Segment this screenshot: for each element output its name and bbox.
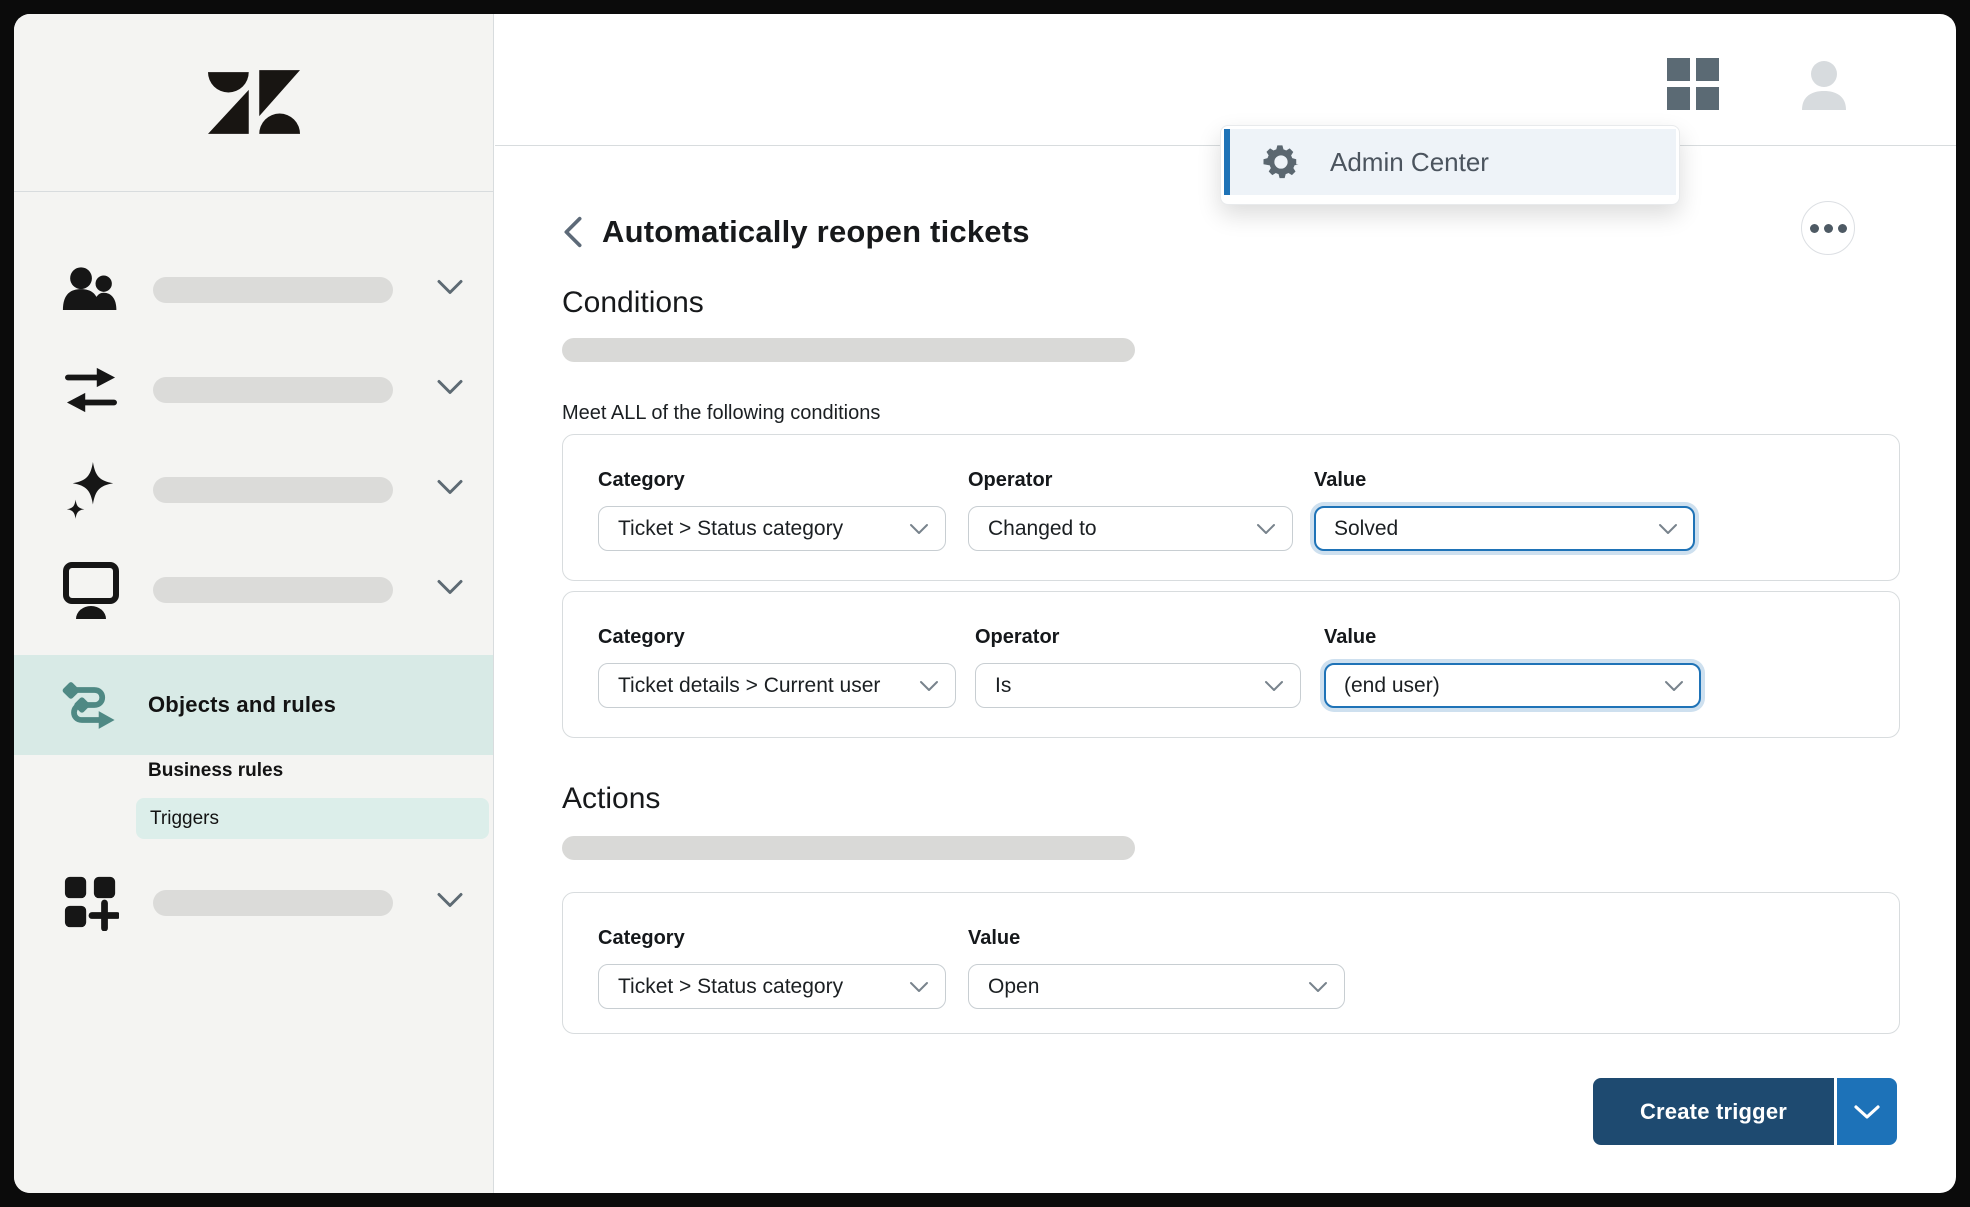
sparkle-icon bbox=[61, 461, 121, 519]
value-field: Value (end user) bbox=[1324, 626, 1701, 708]
page-title-row: Automatically reopen tickets bbox=[563, 210, 1030, 254]
operator-select[interactable]: Is bbox=[975, 663, 1301, 708]
category-select[interactable]: Ticket > Status category bbox=[598, 506, 946, 551]
active-indicator-bar bbox=[1224, 129, 1230, 195]
sidebar-item-channels[interactable] bbox=[14, 358, 493, 422]
sidebar-item-people[interactable] bbox=[14, 258, 493, 322]
placeholder-pill bbox=[153, 577, 393, 603]
chevron-down-icon bbox=[437, 580, 463, 601]
condition-row-1: Category Ticket > Status category Operat… bbox=[562, 434, 1900, 581]
admin-center-menu-item[interactable]: Admin Center bbox=[1224, 129, 1676, 195]
create-trigger-button[interactable]: Create trigger bbox=[1593, 1078, 1834, 1145]
sidebar-subitem-triggers[interactable]: Triggers bbox=[136, 798, 489, 839]
chevron-down-icon bbox=[437, 893, 463, 914]
page-title: Automatically reopen tickets bbox=[602, 214, 1030, 250]
chevron-down-icon bbox=[909, 523, 929, 535]
sidebar-item-apps[interactable] bbox=[14, 871, 493, 935]
window-frame: Objects and rules Business rules Trigger… bbox=[14, 14, 1956, 1193]
value-label: Value bbox=[1314, 469, 1695, 492]
action-row-1: Category Ticket > Status category Value … bbox=[562, 892, 1900, 1034]
value-select[interactable]: (end user) bbox=[1324, 663, 1701, 708]
monitor-icon bbox=[61, 561, 121, 619]
business-rules-label: Business rules bbox=[148, 760, 283, 782]
sidebar-item-objects-and-rules[interactable]: Objects and rules bbox=[14, 655, 493, 755]
create-trigger-dropdown-button[interactable] bbox=[1837, 1078, 1897, 1145]
chevron-down-icon bbox=[1658, 523, 1678, 535]
placeholder-pill bbox=[153, 477, 393, 503]
gear-icon bbox=[1260, 141, 1302, 183]
sidebar-subitem-business-rules[interactable]: Business rules bbox=[14, 751, 493, 791]
value-label: Value bbox=[1324, 626, 1701, 649]
app-grid-button[interactable] bbox=[1667, 58, 1719, 110]
options-button[interactable] bbox=[1801, 201, 1855, 255]
workflow-icon bbox=[59, 674, 119, 736]
chevron-left-icon bbox=[563, 215, 583, 249]
value-field: Value Solved bbox=[1314, 469, 1695, 551]
chevron-down-icon bbox=[437, 480, 463, 501]
logo-area bbox=[14, 14, 493, 192]
user-avatar[interactable] bbox=[1798, 58, 1850, 110]
category-field: Category Ticket > Status category bbox=[598, 469, 946, 551]
category-select[interactable]: Ticket details > Current user bbox=[598, 663, 956, 708]
operator-field: Operator Is bbox=[975, 626, 1301, 708]
chevron-down-icon bbox=[1664, 680, 1684, 692]
app-grid-icon bbox=[1667, 58, 1719, 110]
chevron-down-icon bbox=[1264, 680, 1284, 692]
placeholder-pill bbox=[153, 277, 393, 303]
apps-grid-plus-icon bbox=[61, 875, 121, 931]
category-label: Category bbox=[598, 927, 946, 950]
chevron-down-icon bbox=[437, 380, 463, 401]
sidebar-item-workspaces[interactable] bbox=[14, 558, 493, 622]
back-button[interactable] bbox=[563, 215, 583, 249]
placeholder-pill bbox=[153, 890, 393, 916]
ellipsis-icon bbox=[1810, 224, 1819, 233]
admin-center-popup: Admin Center bbox=[1220, 125, 1680, 205]
value-select[interactable]: Open bbox=[968, 964, 1345, 1009]
placeholder-pill bbox=[562, 338, 1135, 362]
admin-center-label: Admin Center bbox=[1330, 147, 1489, 178]
category-label: Category bbox=[598, 469, 946, 492]
operator-label: Operator bbox=[968, 469, 1293, 492]
conditions-heading: Conditions bbox=[562, 286, 704, 320]
operator-field: Operator Changed to bbox=[968, 469, 1293, 551]
chevron-down-icon bbox=[1256, 523, 1276, 535]
operator-label: Operator bbox=[975, 626, 1301, 649]
chevron-down-icon bbox=[1853, 1104, 1881, 1120]
chevron-down-icon bbox=[919, 680, 939, 692]
actions-heading: Actions bbox=[562, 782, 660, 816]
zendesk-logo-icon bbox=[208, 70, 300, 136]
sidebar-item-label: Objects and rules bbox=[148, 692, 336, 718]
chevron-down-icon bbox=[1308, 981, 1328, 993]
avatar-icon bbox=[1798, 58, 1850, 110]
value-label: Value bbox=[968, 927, 1345, 950]
placeholder-pill bbox=[153, 377, 393, 403]
meet-all-label: Meet ALL of the following conditions bbox=[562, 402, 880, 425]
people-icon bbox=[61, 264, 121, 316]
category-field: Category Ticket > Status category bbox=[598, 927, 946, 1009]
value-field: Value Open bbox=[968, 927, 1345, 1009]
value-select[interactable]: Solved bbox=[1314, 506, 1695, 551]
arrows-icon bbox=[61, 365, 121, 415]
condition-row-2: Category Ticket details > Current user O… bbox=[562, 591, 1900, 738]
operator-select[interactable]: Changed to bbox=[968, 506, 1293, 551]
chevron-down-icon bbox=[437, 280, 463, 301]
triggers-label: Triggers bbox=[150, 808, 219, 830]
category-label: Category bbox=[598, 626, 956, 649]
sidebar: Objects and rules Business rules Trigger… bbox=[14, 14, 494, 1193]
sidebar-item-ai[interactable] bbox=[14, 458, 493, 522]
category-field: Category Ticket details > Current user bbox=[598, 626, 956, 708]
chevron-down-icon bbox=[909, 981, 929, 993]
category-select[interactable]: Ticket > Status category bbox=[598, 964, 946, 1009]
placeholder-pill bbox=[562, 836, 1135, 860]
